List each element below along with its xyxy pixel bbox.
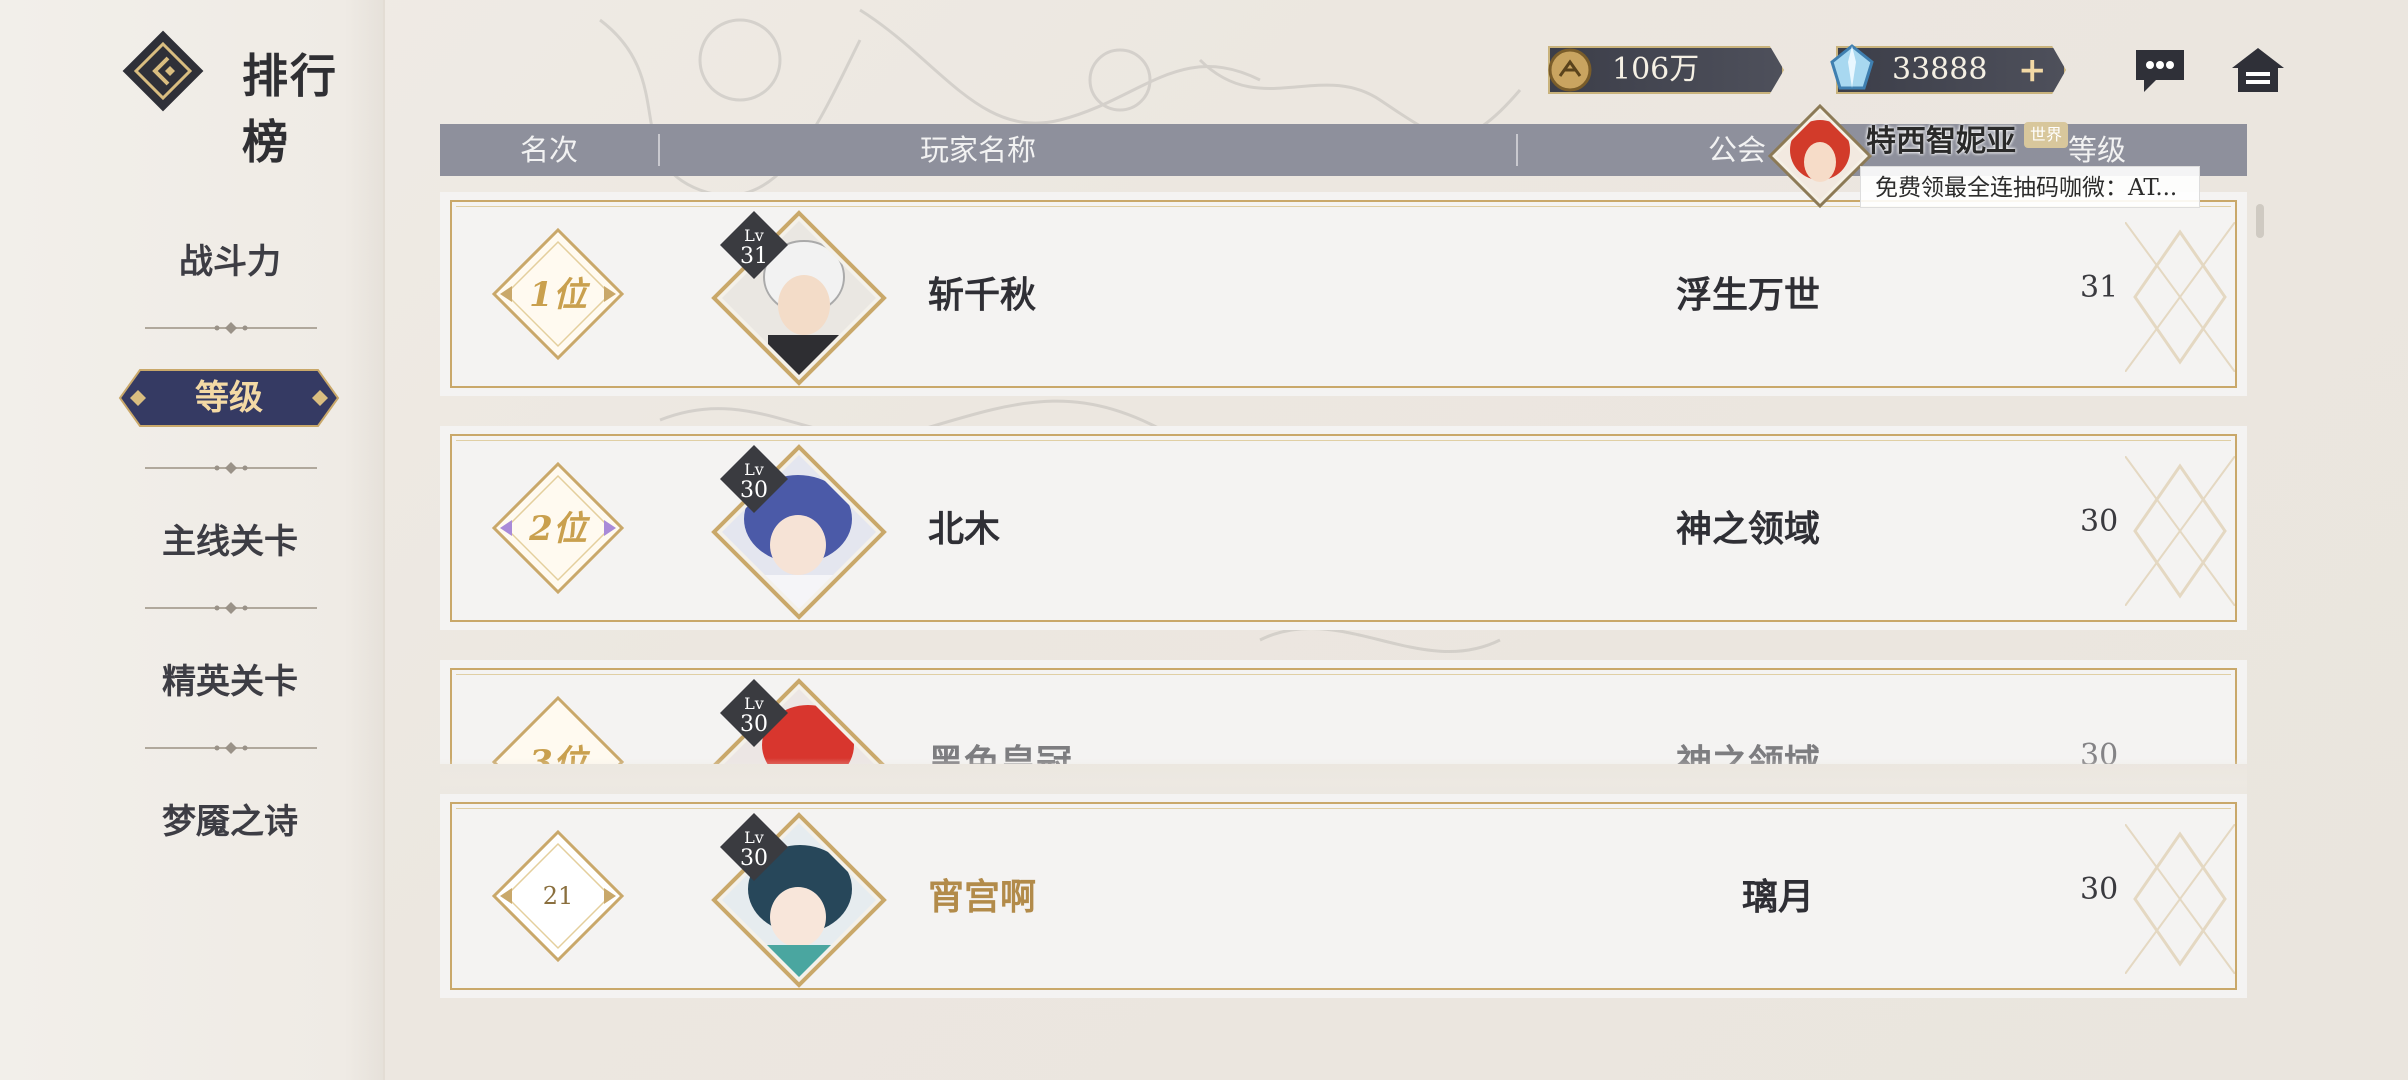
- level-label: Lv: [744, 460, 764, 479]
- scrollbar[interactable]: [2256, 204, 2264, 238]
- rank-badge-bronze: 3位: [491, 695, 625, 764]
- rank-badge-self: 21: [491, 829, 625, 963]
- nav-item-label: 主线关卡: [162, 522, 298, 562]
- level-label: Lv: [744, 226, 764, 245]
- level-number: 30: [740, 846, 768, 871]
- guild-name: 浮生万世: [1676, 274, 1821, 316]
- column-header-rank: 名次: [520, 133, 579, 167]
- chat-icon[interactable]: [2130, 42, 2190, 98]
- row-decoration: [2125, 222, 2235, 372]
- gold-coin-icon: [1548, 48, 1592, 92]
- gem-icon: [1830, 44, 1874, 90]
- rank-text: 1位: [529, 275, 591, 315]
- scroll-fade: [440, 758, 2247, 798]
- chat-sender-name: 特西智妮亚: [1866, 124, 2016, 159]
- player-level: 30: [2080, 504, 2119, 539]
- nav-item-elite-stage[interactable]: 精英关卡: [0, 652, 460, 712]
- level-number: 31: [740, 244, 768, 269]
- rank-text: 2位: [528, 509, 591, 549]
- gold-currency: 106万: [1548, 46, 1784, 94]
- chat-message: 免费领最全连抽码咖微：AT...: [1860, 166, 2200, 208]
- add-gems-button[interactable]: +: [2018, 46, 2047, 94]
- self-rank-row[interactable]: 21 Lv 30 宵宫啊 璃月 30: [440, 794, 2247, 998]
- divider-ornament: [145, 742, 317, 754]
- table-row[interactable]: 2位 Lv 30 北木 神之领域 30: [440, 426, 2247, 630]
- level-label: Lv: [744, 694, 764, 713]
- gem-currency: 33888 +: [1830, 44, 2066, 94]
- chat-notification[interactable]: 特西智妮亚 世界 免费领最全连抽码咖微：AT...: [1768, 104, 2208, 210]
- player-name: 北木: [928, 508, 1001, 550]
- divider-ornament: [145, 322, 317, 334]
- row-decoration: [2125, 456, 2235, 606]
- player-avatar[interactable]: Lv 30: [708, 441, 890, 623]
- nav-item-level[interactable]: 等级: [118, 368, 340, 428]
- chat-channel-tag: 世界: [2024, 122, 2068, 148]
- player-avatar[interactable]: Lv 30: [708, 809, 890, 991]
- player-level: 30: [2080, 872, 2119, 907]
- guild-name: 璃月: [1742, 876, 1815, 918]
- gem-amount: 33888: [1892, 52, 1988, 87]
- gold-amount: 106万: [1612, 52, 1700, 87]
- row-decoration: [2125, 824, 2235, 974]
- header-separator: [1516, 134, 1518, 166]
- guild-name: 神之领域: [1676, 508, 1821, 550]
- rank-badge-silver: 2位: [491, 461, 625, 595]
- nav-item-nightmare-poem[interactable]: 梦魇之诗: [0, 792, 460, 852]
- player-level: 31: [2080, 270, 2119, 305]
- divider-ornament: [145, 462, 317, 474]
- nav-item-combat-power[interactable]: 战斗力: [0, 232, 460, 292]
- player-name: 宵宫啊: [928, 876, 1037, 918]
- nav-item-label: 战斗力: [179, 242, 281, 282]
- nav-item-label: 精英关卡: [162, 662, 298, 702]
- table-row[interactable]: 3位 Lv 30 黑色皇冠 神之领域 30: [440, 660, 2247, 764]
- rank-text: 21: [543, 882, 574, 910]
- nav-item-label: 等级: [195, 378, 263, 418]
- sender-avatar: [1768, 104, 1872, 208]
- ranking-logo-icon: [122, 30, 204, 112]
- column-header-guild: 公会: [1708, 133, 1767, 167]
- table-row[interactable]: 1位 Lv 31 斩千秋 浮生万世 31: [440, 192, 2247, 396]
- level-number: 30: [740, 478, 768, 503]
- player-avatar[interactable]: Lv 31: [708, 207, 890, 389]
- player-avatar[interactable]: Lv 30: [708, 675, 890, 764]
- nav-item-label: 梦魇之诗: [162, 802, 298, 842]
- column-header-player: 玩家名称: [920, 133, 1037, 167]
- player-name: 斩千秋: [928, 274, 1037, 316]
- nav-item-main-stage[interactable]: 主线关卡: [0, 512, 460, 572]
- divider-ornament: [145, 602, 317, 614]
- left-sidebar: 排行榜 战斗力 等级 主线关卡 精英关卡 梦魇之诗: [0, 0, 385, 1080]
- level-label: Lv: [744, 828, 764, 847]
- home-icon[interactable]: [2228, 42, 2288, 98]
- rank-badge-gold: 1位: [491, 227, 625, 361]
- header-separator: [658, 134, 660, 166]
- level-number: 30: [740, 712, 768, 737]
- page-title: 排行榜: [242, 49, 338, 169]
